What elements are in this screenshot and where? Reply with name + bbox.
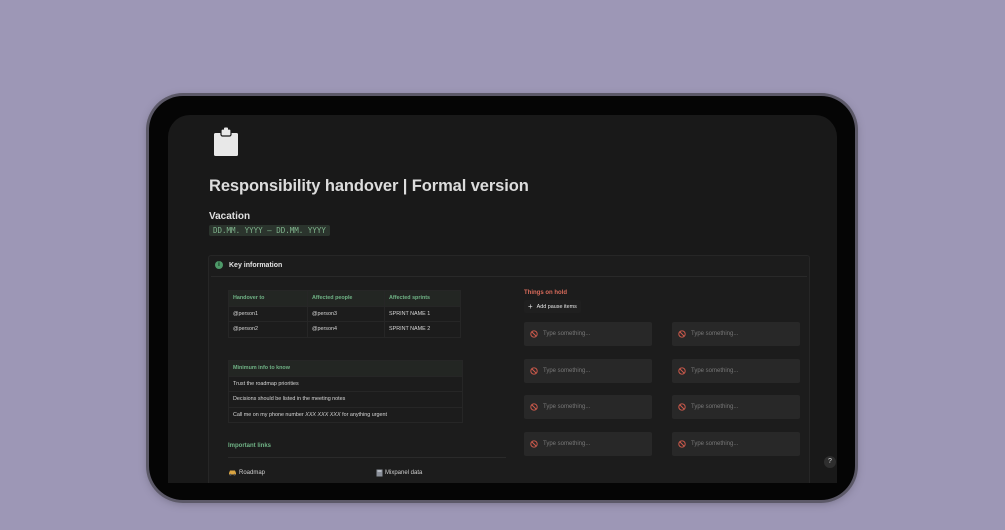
column-header[interactable]: Handover to	[228, 290, 308, 307]
table-row: @person2 @person4 SPRINT NAME 2	[228, 321, 461, 338]
table-cell[interactable]: @person1	[228, 305, 308, 322]
page-title: Responsibility handover | Formal version	[209, 177, 529, 195]
table-cell[interactable]: SPRINT NAME 1	[384, 305, 461, 322]
table-cell[interactable]: Decisions should be listed in the meetin…	[228, 391, 463, 408]
callout-header: i Key information	[215, 261, 282, 269]
info-icon: i	[215, 261, 223, 269]
important-links-heading: Important links	[228, 443, 272, 449]
on-hold-item[interactable]: Type something...	[672, 322, 800, 346]
phone-number: XXX XXX XXX	[305, 411, 341, 418]
things-on-hold-heading: Things on hold	[524, 290, 567, 296]
plus-icon: +	[528, 301, 533, 311]
ban-icon	[678, 330, 686, 338]
on-hold-placeholder: Type something...	[543, 404, 591, 410]
vacation-heading: Vacation	[209, 211, 251, 222]
table-cell[interactable]: @person3	[307, 305, 385, 322]
ban-icon	[678, 403, 686, 411]
car-icon	[229, 470, 236, 476]
vacation-date-range[interactable]: DD.MM. YYYY – DD.MM. YYYY	[209, 225, 330, 236]
link-label: Roadmap	[239, 469, 266, 476]
on-hold-placeholder: Type something...	[543, 368, 591, 374]
table-row: Call me on my phone number XXX XXX XXX f…	[228, 406, 463, 423]
add-pause-items-button[interactable]: + Add pause items	[524, 300, 581, 313]
link-mixpanel-data[interactable]: Mixpanel data	[376, 469, 422, 477]
on-hold-item[interactable]: Type something...	[672, 395, 800, 419]
ban-icon	[530, 330, 538, 338]
key-information-callout: i Key information Handover to Affected p…	[208, 255, 810, 483]
on-hold-placeholder: Type something...	[691, 368, 739, 374]
on-hold-item[interactable]: Type something...	[524, 432, 652, 456]
ban-icon	[530, 403, 538, 411]
on-hold-item[interactable]: Type something...	[672, 359, 800, 383]
on-hold-placeholder: Type something...	[691, 331, 739, 337]
on-hold-placeholder: Type something...	[543, 331, 591, 337]
ban-icon	[530, 440, 538, 448]
ban-icon	[678, 367, 686, 375]
on-hold-placeholder: Type something...	[543, 441, 591, 447]
column-header[interactable]: Minimum info to know	[228, 360, 463, 377]
phone-text-after: for anything urgent	[340, 411, 388, 418]
handover-table: Handover to Affected people Affected spr…	[228, 290, 461, 338]
on-hold-placeholder: Type something...	[691, 404, 739, 410]
table-cell-phone[interactable]: Call me on my phone number XXX XXX XXX f…	[228, 406, 463, 423]
table-cell[interactable]: @person2	[228, 321, 308, 338]
table-cell[interactable]: SPRINT NAME 2	[384, 321, 461, 338]
table-cell[interactable]: Trust the roadmap priorities	[228, 375, 463, 392]
divider	[228, 457, 506, 458]
table-row: Decisions should be listed in the meetin…	[228, 391, 463, 408]
help-button[interactable]: ?	[824, 456, 836, 468]
add-pause-items-label: Add pause items	[536, 303, 577, 310]
on-hold-placeholder: Type something...	[691, 441, 739, 447]
on-hold-item[interactable]: Type something...	[524, 359, 652, 383]
table-cell[interactable]: @person4	[307, 321, 385, 338]
ban-icon	[530, 367, 538, 375]
link-roadmap[interactable]: Roadmap	[228, 469, 265, 476]
phone-text-before: Call me on my phone number	[233, 411, 306, 418]
on-hold-item[interactable]: Type something...	[524, 322, 652, 346]
notion-page: Responsibility handover | Formal version…	[168, 115, 837, 483]
tablet-frame: Responsibility handover | Formal version…	[149, 96, 855, 500]
link-label: Mixpanel data	[385, 470, 423, 476]
table-header-row: Minimum info to know	[228, 360, 463, 377]
column-header[interactable]: Affected sprints	[384, 290, 461, 307]
callout-title: Key information	[229, 261, 283, 269]
on-hold-item[interactable]: Type something...	[672, 432, 800, 456]
table-row: Trust the roadmap priorities	[228, 375, 463, 392]
divider	[211, 276, 807, 277]
column-header[interactable]: Affected people	[307, 290, 385, 307]
table-header-row: Handover to Affected people Affected spr…	[228, 290, 461, 307]
on-hold-item[interactable]: Type something...	[524, 395, 652, 419]
book-icon	[376, 469, 383, 477]
clipboard-icon	[214, 127, 238, 156]
ban-icon	[678, 440, 686, 448]
minimum-info-table: Minimum info to know Trust the roadmap p…	[228, 360, 463, 423]
table-row: @person1 @person3 SPRINT NAME 1	[228, 305, 461, 322]
